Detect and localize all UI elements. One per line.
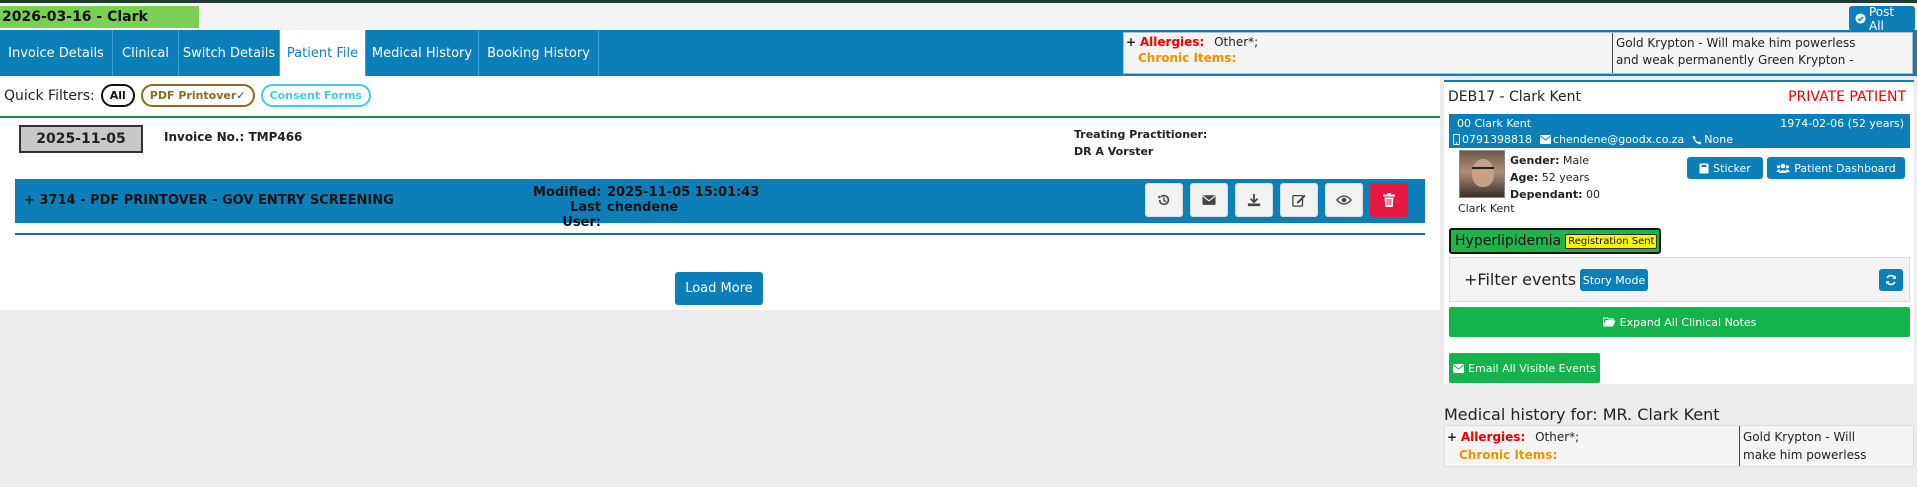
tab-booking-history[interactable]: Booking History xyxy=(479,30,599,76)
entry-actions xyxy=(1145,183,1408,217)
allergy-summary: + Allergies: Other*; Chronic Items: Gold… xyxy=(1123,32,1913,74)
refresh-icon xyxy=(1886,274,1896,286)
clinical-entry[interactable]: + 3714 - PDF PRINTOVER - GOV ENTRY SCREE… xyxy=(15,179,1425,230)
tab-invoice-details[interactable]: Invoice Details xyxy=(0,30,113,76)
refresh-button[interactable] xyxy=(1879,269,1903,291)
download-button[interactable] xyxy=(1235,183,1273,217)
allergy-note: Gold Krypton - Will make him powerless a… xyxy=(1612,33,1912,73)
filter-events-bar: +Filter events Story Mode xyxy=(1449,257,1910,302)
tab-medical-history[interactable]: Medical History xyxy=(366,30,479,76)
allergies-value: Other*; xyxy=(1535,430,1580,444)
load-more-button[interactable]: Load More xyxy=(675,272,763,305)
medical-history-summary: + Allergies: Other*; Chronic Items: Gold… xyxy=(1444,425,1914,467)
folder-open-icon xyxy=(1602,317,1616,327)
patient-details: Gender: Male Age: 52 years Dependant: 00 xyxy=(1510,154,1601,201)
treating-practitioner: Treating Practitioner: DR A Vorster xyxy=(1074,128,1208,158)
post-all-button[interactable]: Post All xyxy=(1849,4,1915,33)
eye-icon xyxy=(1336,195,1352,205)
download-icon xyxy=(1247,193,1261,207)
email-button[interactable] xyxy=(1190,183,1228,217)
book-icon xyxy=(1699,163,1709,173)
sticker-button[interactable]: Sticker xyxy=(1687,157,1763,179)
entry-meta: Modified: 2025-11-05 15:01:43 Last User: c… xyxy=(533,185,760,230)
expand-plus[interactable]: + xyxy=(1126,35,1136,49)
view-button[interactable] xyxy=(1325,183,1363,217)
history-button[interactable] xyxy=(1145,183,1183,217)
email-all-events-button[interactable]: Email All Visible Events xyxy=(1449,353,1600,383)
patient-dashboard-button[interactable]: Patient Dashboard xyxy=(1767,157,1905,179)
check-icon: ✓ xyxy=(236,89,246,102)
patient-other-phone[interactable]: None xyxy=(1692,133,1733,146)
chronic-items-label: Chronic Items: xyxy=(1138,51,1237,65)
patient-file-panel: Quick Filters: All PDF Printover✓ Consen… xyxy=(0,76,1440,310)
patient-email[interactable]: chendene@goodx.co.za xyxy=(1540,133,1684,146)
condition-tag[interactable]: Hyperlipidemia Registration Sent xyxy=(1449,228,1662,254)
edit-button[interactable] xyxy=(1280,183,1318,217)
users-icon xyxy=(1776,163,1791,173)
entry-title[interactable]: + 3714 - PDF PRINTOVER - GOV ENTRY SCREE… xyxy=(24,193,394,208)
invoice-date[interactable]: 2025-11-05 xyxy=(19,125,143,153)
patient-type-badge: PRIVATE PATIENT xyxy=(1788,89,1906,105)
avatar xyxy=(1459,150,1505,198)
medical-history-title: Medical history for: MR. Clark Kent xyxy=(1444,405,1720,424)
delete-button[interactable] xyxy=(1370,183,1408,217)
patient-name: Clark Kent xyxy=(1458,202,1515,215)
filter-events-toggle[interactable]: +Filter events xyxy=(1464,270,1576,289)
story-mode-button[interactable]: Story Mode xyxy=(1580,269,1648,291)
allergies-value: Other*; xyxy=(1214,35,1259,49)
edit-icon xyxy=(1292,194,1306,207)
patient-account: 00 Clark Kent xyxy=(1457,117,1532,130)
envelope-icon xyxy=(1540,135,1551,144)
check-circle-icon xyxy=(1855,13,1866,24)
history-icon xyxy=(1158,194,1170,206)
post-all-label: Post All xyxy=(1869,4,1895,33)
quick-filters: Quick Filters: All PDF Printover✓ Consen… xyxy=(4,84,371,107)
filter-all[interactable]: All xyxy=(100,84,135,107)
tab-clinical[interactable]: Clinical xyxy=(113,30,179,76)
allergies-label: Allergies: xyxy=(1139,35,1205,49)
expand-plus[interactable]: + xyxy=(1447,430,1457,444)
chronic-items-label: Chronic Items: xyxy=(1459,448,1558,462)
phone-icon xyxy=(1692,135,1702,144)
patient-phone[interactable]: 0791398818 xyxy=(1453,133,1532,146)
patient-title: DEB17 - Clark Kent xyxy=(1448,89,1582,105)
envelope-icon xyxy=(1202,195,1216,205)
divider xyxy=(0,116,1440,118)
filter-pdf-printover[interactable]: PDF Printover✓ xyxy=(140,84,255,107)
medical-history-note: Gold Krypton - Will make him powerless xyxy=(1739,426,1914,466)
patient-dob: 1974-02-06 (52 years) xyxy=(1780,117,1904,130)
patient-summary-panel: DEB17 - Clark Kent PRIVATE PATIENT 00 Cl… xyxy=(1444,80,1914,384)
divider xyxy=(15,233,1425,235)
mobile-icon xyxy=(1453,134,1460,145)
date-banner: 2026-03-16 - Clark xyxy=(0,6,199,28)
envelope-icon xyxy=(1453,363,1465,373)
patient-contact-bar: 00 Clark Kent 1974-02-06 (52 years) 0791… xyxy=(1449,114,1910,148)
status-badge: Registration Sent xyxy=(1565,233,1658,249)
invoice-number: Invoice No.: TMP466 xyxy=(164,130,303,144)
allergies-label: Allergies: xyxy=(1460,430,1526,444)
tab-switch-details[interactable]: Switch Details xyxy=(179,30,280,76)
filter-consent-forms[interactable]: Consent Forms xyxy=(260,84,371,107)
tab-patient-file[interactable]: Patient File xyxy=(280,30,366,76)
quick-filters-label: Quick Filters: xyxy=(4,87,95,104)
trash-icon xyxy=(1383,193,1395,207)
expand-all-notes-button[interactable]: Expand All Clinical Notes xyxy=(1449,307,1910,337)
top-bar: 2026-03-16 - Clark Post All xyxy=(0,0,1917,33)
